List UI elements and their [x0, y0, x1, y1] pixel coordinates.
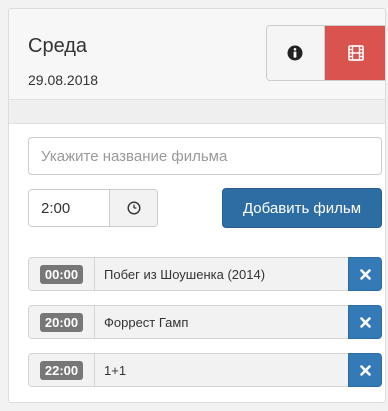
time-cell: 20:00	[29, 306, 95, 338]
info-circle-icon	[287, 45, 303, 61]
day-card: Среда 29.08.2018 Укажите название фильма…	[8, 8, 386, 403]
schedule-row: 22:00 1+1	[28, 353, 382, 387]
clock-button[interactable]	[110, 190, 157, 226]
time-badge: 00:00	[39, 264, 84, 284]
time-picker	[28, 189, 158, 227]
schedule-list: 00:00 Побег из Шоушенка (2014) 20:00 Фор…	[28, 257, 382, 401]
add-film-button[interactable]: Добавить фильм	[222, 188, 382, 228]
film-name-input[interactable]	[28, 137, 382, 175]
close-icon	[359, 364, 371, 376]
time-cell: 00:00	[29, 258, 95, 290]
delete-button[interactable]	[348, 353, 382, 387]
schedule-row-body: 20:00 Форрест Гамп	[28, 305, 348, 339]
schedule-row: 00:00 Побег из Шоушенка (2014)	[28, 257, 382, 291]
film-button[interactable]	[324, 26, 385, 80]
close-icon	[359, 268, 371, 280]
day-title: Среда	[28, 35, 88, 57]
schedule-row: 20:00 Форрест Гамп	[28, 305, 382, 339]
time-badge: 22:00	[39, 360, 84, 380]
film-title: Побег из Шоушенка (2014)	[104, 266, 266, 282]
schedule-row-body: 22:00 1+1	[28, 353, 348, 387]
film-title: 1+1	[104, 362, 127, 378]
close-icon	[359, 316, 371, 328]
time-input[interactable]	[29, 190, 110, 226]
header-button-group	[266, 25, 385, 81]
clock-icon	[126, 201, 141, 215]
day-date: 29.08.2018	[28, 72, 99, 88]
time-badge: 20:00	[39, 312, 84, 332]
header-divider-band	[9, 100, 385, 124]
time-cell: 22:00	[29, 354, 95, 386]
delete-button[interactable]	[348, 257, 382, 291]
info-button[interactable]	[267, 26, 325, 80]
day-header: Среда 29.08.2018	[9, 9, 385, 100]
delete-button[interactable]	[348, 305, 382, 339]
schedule-row-body: 00:00 Побег из Шоушенка (2014)	[28, 257, 348, 291]
film-icon	[347, 45, 364, 61]
film-title: Форрест Гамп	[104, 314, 189, 330]
